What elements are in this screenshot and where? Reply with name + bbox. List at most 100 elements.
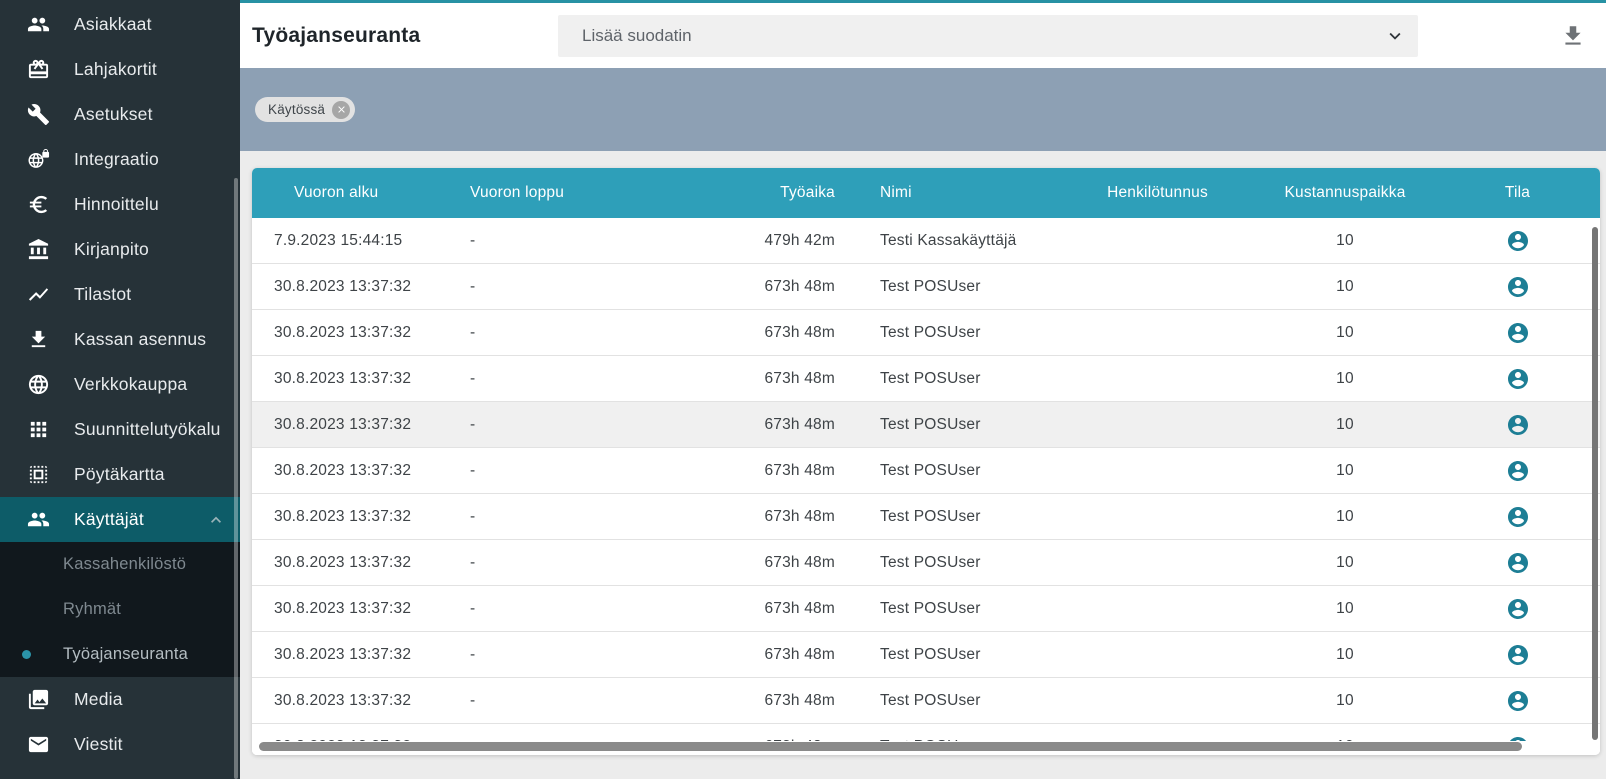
sidebar-scrollbar[interactable]	[234, 178, 238, 779]
table-row[interactable]: 30.8.2023 13:37:32-673h 48mTest POSUser1…	[252, 310, 1600, 356]
cell-kustannuspaikka: 10	[1255, 554, 1435, 572]
sidebar-item-tyoajanseuranta[interactable]: Työajanseuranta	[0, 632, 240, 677]
cell-vuoron-loppu: -	[448, 278, 630, 296]
cell-vuoron-alku: 30.8.2023 13:37:32	[252, 370, 448, 388]
cell-tyoaika: 673h 48m	[630, 278, 845, 296]
column-header-kustannuspaikka: Kustannuspaikka	[1255, 184, 1435, 202]
add-filter-dropdown[interactable]: Lisää suodatin	[558, 15, 1418, 57]
globe-lock-icon	[26, 148, 50, 172]
cell-tila	[1435, 367, 1600, 391]
sidebar-item-poytakartta[interactable]: Pöytäkartta	[0, 452, 240, 497]
table-row[interactable]: 30.8.2023 13:37:32-673h 48mTest POSUser1…	[252, 448, 1600, 494]
cell-vuoron-loppu: -	[448, 508, 630, 526]
active-filters-bar: Käytössä	[240, 68, 1606, 151]
sidebar-item-suunnittelutyokalu[interactable]: Suunnittelutyökalu	[0, 407, 240, 452]
person-status-icon[interactable]	[1506, 689, 1530, 713]
cell-tila	[1435, 643, 1600, 667]
person-status-icon[interactable]	[1506, 551, 1530, 575]
person-status-icon[interactable]	[1506, 321, 1530, 345]
cell-tyoaika: 673h 48m	[630, 508, 845, 526]
person-status-icon[interactable]	[1506, 459, 1530, 483]
sidebar-item-asiakkaat[interactable]: Asiakkaat	[0, 2, 240, 47]
cell-nimi: Test POSUser	[845, 462, 1060, 480]
main-pane: Työajanseuranta Lisää suodatin Käytössä	[240, 0, 1606, 779]
sidebar-item-kassan-asennus[interactable]: Kassan asennus	[0, 317, 240, 362]
sidebar-item-label: Suunnittelutyökalu	[74, 419, 221, 440]
mail-icon	[26, 733, 50, 757]
sidebar-item-asetukset[interactable]: Asetukset	[0, 92, 240, 137]
sidebar-item-kirjanpito[interactable]: Kirjanpito	[0, 227, 240, 272]
sidebar-item-label: Verkkokauppa	[74, 374, 187, 395]
table-row[interactable]: 30.8.2023 13:37:32-673h 48mTest POSUser1…	[252, 678, 1600, 724]
table-row[interactable]: 30.8.2023 13:37:32-673h 48mTest POSUser1…	[252, 356, 1600, 402]
table-row[interactable]: 30.8.2023 13:37:32-673h 48mTest POSUser1…	[252, 494, 1600, 540]
cell-kustannuspaikka: 10	[1255, 508, 1435, 526]
cell-tyoaika: 673h 48m	[630, 462, 845, 480]
person-status-icon[interactable]	[1506, 367, 1530, 391]
horizontal-scrollbar[interactable]	[259, 742, 1522, 751]
sidebar-item-hinnoittelu[interactable]: Hinnoittelu	[0, 182, 240, 227]
sidebar-item-label: Kirjanpito	[74, 239, 149, 260]
cell-vuoron-loppu: -	[448, 462, 630, 480]
sidebar-nav: Asiakkaat Lahjakortit AsetuksetIntegraatio…	[0, 2, 240, 767]
cell-tyoaika: 479h 42m	[630, 232, 845, 250]
dashed-square-icon	[26, 463, 50, 487]
table-row[interactable]: 30.8.2023 13:37:32-673h 48mTest POSUser1…	[252, 402, 1600, 448]
sidebar-item-label: Käyttäjät	[74, 509, 144, 530]
person-status-icon[interactable]	[1506, 505, 1530, 529]
cell-kustannuspaikka: 10	[1255, 370, 1435, 388]
cell-vuoron-alku: 30.8.2023 13:37:32	[252, 278, 448, 296]
people-icon	[26, 508, 50, 532]
person-status-icon[interactable]	[1506, 229, 1530, 253]
media-icon	[26, 688, 50, 712]
column-header-tyoaika: Työaika	[630, 184, 845, 202]
chart-icon	[26, 283, 50, 307]
sidebar-item-tilastot[interactable]: Tilastot	[0, 272, 240, 317]
cell-vuoron-alku: 7.9.2023 15:44:15	[252, 232, 448, 250]
person-status-icon[interactable]	[1506, 275, 1530, 299]
sidebar-item-label: Ryhmät	[63, 600, 121, 619]
filter-chip: Käytössä	[255, 97, 355, 122]
table-row[interactable]: 30.8.2023 13:37:32-673h 48mTest POSUser1…	[252, 632, 1600, 678]
cell-kustannuspaikka: 10	[1255, 462, 1435, 480]
cell-vuoron-alku: 30.8.2023 13:37:32	[252, 324, 448, 342]
sidebar-item-media[interactable]: Media	[0, 677, 240, 722]
time-tracking-table-card: Vuoron alkuVuoron loppuTyöaikaNimiHenkil…	[252, 168, 1600, 755]
cell-kustannuspaikka: 10	[1255, 278, 1435, 296]
chevron-up-icon	[206, 510, 226, 530]
sidebar-item-viestit[interactable]: Viestit	[0, 722, 240, 767]
sidebar-item-kassahenkilosto[interactable]: Kassahenkilöstö	[0, 542, 240, 587]
sidebar-item-ryhmat[interactable]: Ryhmät	[0, 587, 240, 632]
person-status-icon[interactable]	[1506, 597, 1530, 621]
sidebar-item-verkkokauppa[interactable]: Verkkokauppa	[0, 362, 240, 407]
sidebar-item-kayttajat[interactable]: Käyttäjät	[0, 497, 240, 542]
sidebar-item-label: Hinnoittelu	[74, 194, 159, 215]
cell-tila	[1435, 413, 1600, 437]
sidebar-item-lahjakortit[interactable]: Lahjakortit	[0, 47, 240, 92]
person-status-icon[interactable]	[1506, 413, 1530, 437]
cell-nimi: Test POSUser	[845, 278, 1060, 296]
sidebar-item-label: Lahjakortit	[74, 59, 157, 80]
cell-nimi: Test POSUser	[845, 324, 1060, 342]
chip-remove-button[interactable]	[332, 101, 350, 119]
cell-tyoaika: 673h 48m	[630, 324, 845, 342]
table-row[interactable]: 7.9.2023 15:44:15-479h 42mTesti Kassakäy…	[252, 218, 1600, 264]
table-row[interactable]: 30.8.2023 13:37:32-673h 48mTest POSUser1…	[252, 586, 1600, 632]
wrench-icon	[26, 103, 50, 127]
sidebar-item-label: Työajanseuranta	[63, 645, 188, 664]
table-row[interactable]: 30.8.2023 13:37:32-673h 48mTest POSUser 1…	[252, 264, 1600, 310]
cell-tyoaika: 673h 48m	[630, 646, 845, 664]
person-status-icon[interactable]	[1506, 643, 1530, 667]
cell-vuoron-alku: 30.8.2023 13:37:32	[252, 692, 448, 710]
sidebar-item-label: Media	[74, 689, 123, 710]
download-button[interactable]	[1560, 23, 1586, 49]
active-dot-icon	[22, 650, 31, 659]
cell-tila	[1435, 229, 1600, 253]
cell-kustannuspaikka: 10	[1255, 416, 1435, 434]
vertical-scrollbar[interactable]	[1592, 227, 1598, 740]
euro-icon	[26, 193, 50, 217]
cell-vuoron-alku: 30.8.2023 13:37:32	[252, 508, 448, 526]
sidebar-item-integraatio[interactable]: Integraatio	[0, 137, 240, 182]
table-row[interactable]: 30.8.2023 13:37:32-673h 48mTest POSUser1…	[252, 540, 1600, 586]
column-header-vuoron-alku: Vuoron alku	[252, 184, 448, 202]
